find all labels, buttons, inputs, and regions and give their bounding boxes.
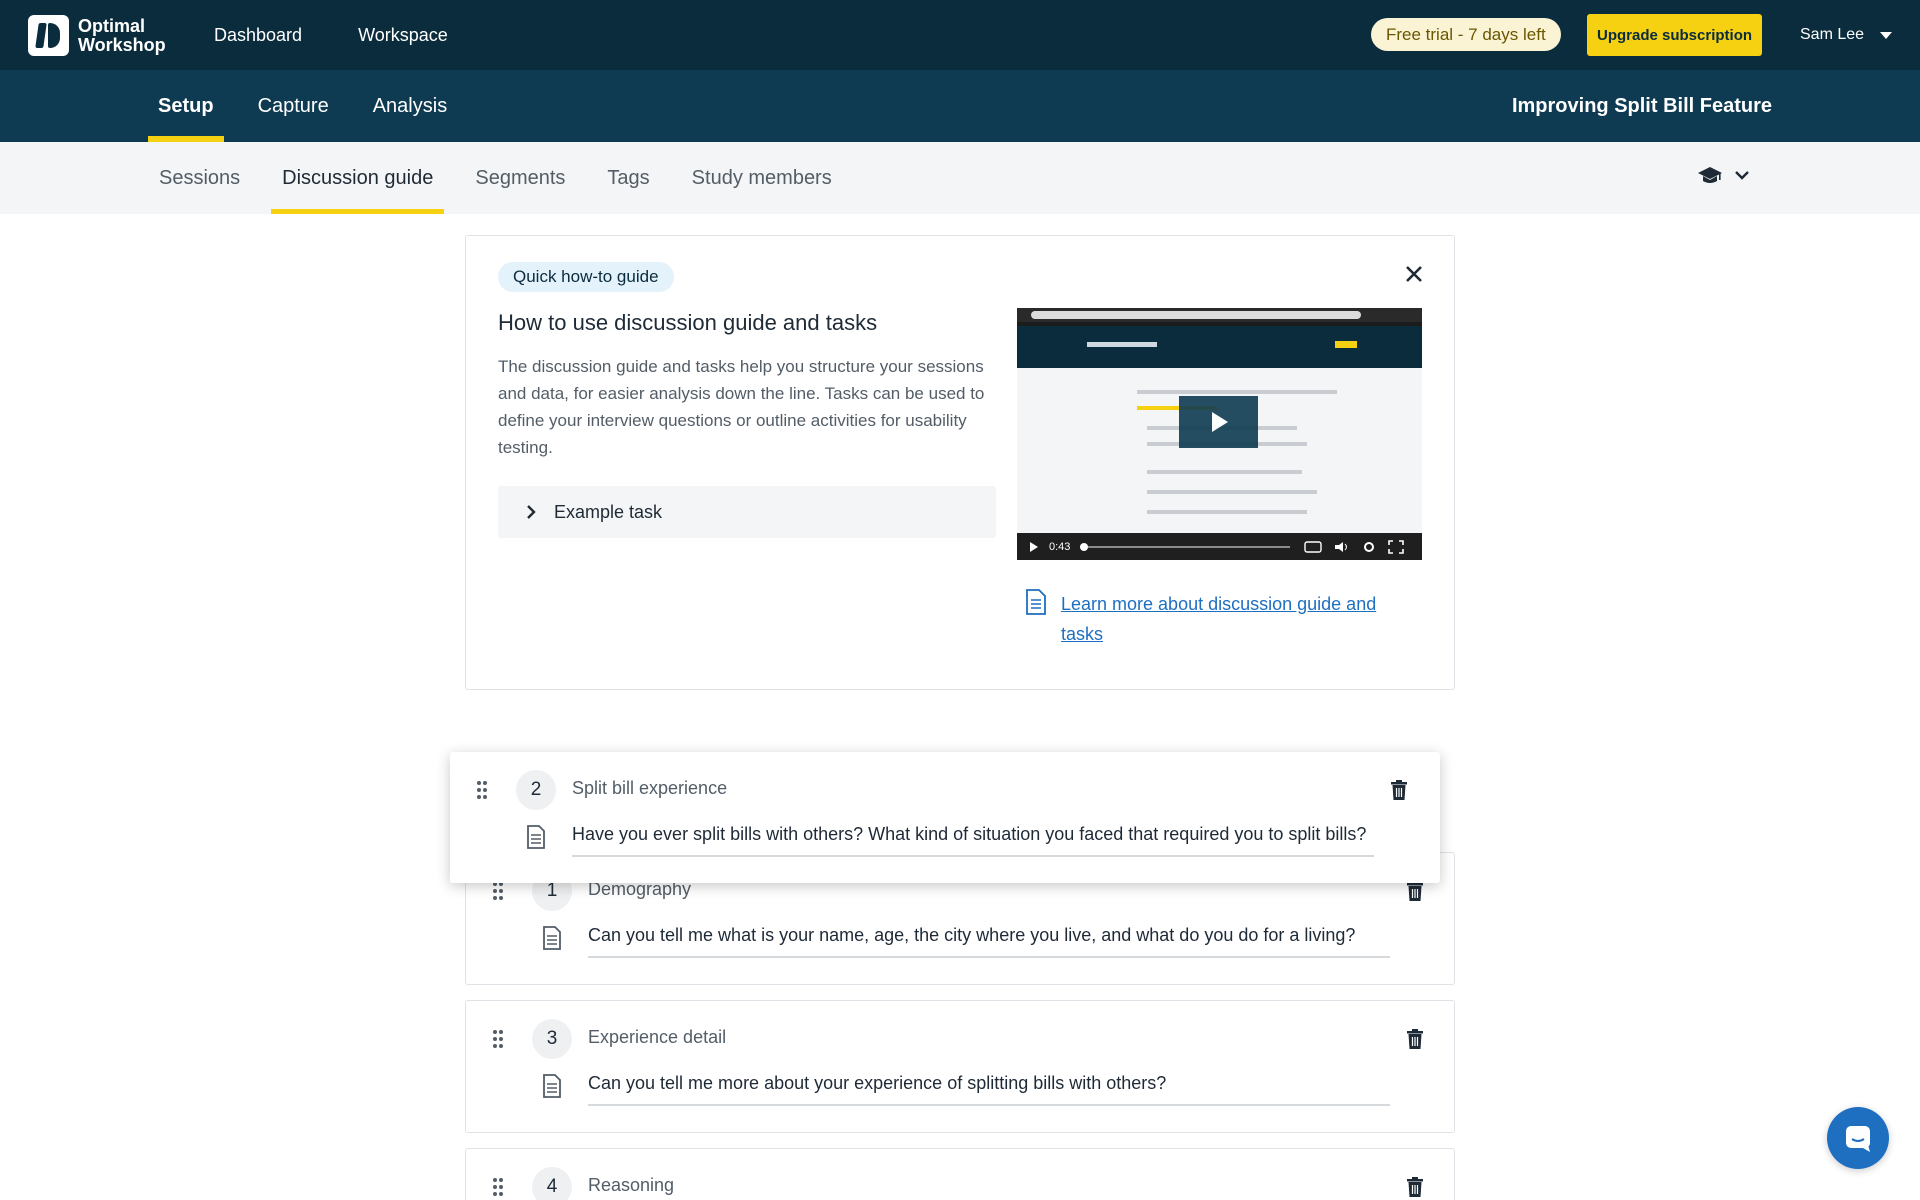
task-question[interactable]: Can you tell me what is your name, age, … bbox=[588, 925, 1390, 958]
video-time: 0:43 bbox=[1049, 540, 1071, 553]
settings-gear-icon[interactable] bbox=[1362, 540, 1376, 554]
task-card-dragging[interactable]: 2 Split bill experience Have you ever sp… bbox=[450, 752, 1440, 883]
drag-handle-icon[interactable] bbox=[476, 780, 488, 800]
document-icon bbox=[543, 926, 561, 950]
caret-down-icon bbox=[1880, 31, 1893, 39]
volume-icon[interactable] bbox=[1334, 541, 1350, 553]
user-name: Sam Lee bbox=[1800, 26, 1865, 43]
logo-mark-icon bbox=[28, 15, 69, 56]
user-menu[interactable]: Sam Lee bbox=[1800, 0, 1893, 70]
task-number: 3 bbox=[532, 1019, 572, 1059]
logo-line-2: Workshop bbox=[78, 34, 166, 55]
drag-handle-icon[interactable] bbox=[492, 1029, 504, 1049]
learn-more-link-row: Learn more about discussion guide and ta… bbox=[1025, 589, 1401, 649]
drag-handle-icon[interactable] bbox=[492, 881, 504, 901]
fullscreen-icon[interactable] bbox=[1388, 539, 1405, 554]
nav-workspace[interactable]: Workspace bbox=[358, 25, 448, 46]
logo-text: Optimal Workshop bbox=[78, 15, 166, 55]
logo-line-1: Optimal bbox=[78, 15, 146, 36]
tab-segments[interactable]: Segments bbox=[464, 142, 576, 214]
how-to-video[interactable]: 0:43 bbox=[1017, 308, 1422, 560]
play-icon[interactable] bbox=[1179, 396, 1258, 448]
task-number: 2 bbox=[516, 770, 556, 810]
chat-icon bbox=[1846, 1126, 1870, 1152]
how-to-guide-card: Quick how-to guide How to use discussion… bbox=[465, 235, 1455, 690]
tab-sessions[interactable]: Sessions bbox=[148, 142, 251, 214]
tab-discussion-guide[interactable]: Discussion guide bbox=[271, 142, 445, 214]
tab-tags[interactable]: Tags bbox=[596, 142, 660, 214]
play-small-icon[interactable] bbox=[1029, 541, 1039, 553]
video-progress-bar[interactable] bbox=[1080, 542, 1291, 551]
task-title[interactable]: Experience detail bbox=[588, 1027, 726, 1048]
trash-icon[interactable] bbox=[1406, 881, 1424, 902]
setup-tabs: Sessions Discussion guide Segments Tags … bbox=[148, 142, 863, 214]
tab-analysis[interactable]: Analysis bbox=[363, 70, 457, 142]
study-tabs: Setup Capture Analysis bbox=[148, 70, 481, 142]
task-card[interactable]: 3 Experience detail Can you tell me more… bbox=[465, 1000, 1455, 1133]
close-icon[interactable] bbox=[1401, 261, 1427, 287]
task-question[interactable]: Can you tell me more about your experien… bbox=[588, 1073, 1390, 1106]
task-title[interactable]: Split bill experience bbox=[572, 778, 727, 799]
example-task-label: Example task bbox=[554, 501, 663, 522]
document-icon bbox=[543, 1074, 561, 1098]
how-to-description: The discussion guide and tasks help you … bbox=[498, 357, 985, 457]
nav-dashboard[interactable]: Dashboard bbox=[214, 25, 302, 46]
learn-more-link[interactable]: Learn more about discussion guide and ta… bbox=[1061, 589, 1401, 649]
study-bar: Setup Capture Analysis Improving Split B… bbox=[0, 70, 1920, 142]
drag-handle-icon[interactable] bbox=[492, 1177, 504, 1197]
trash-icon[interactable] bbox=[1390, 780, 1408, 801]
trial-badge[interactable]: Free trial - 7 days left bbox=[1371, 18, 1561, 51]
chat-launcher-button[interactable] bbox=[1827, 1107, 1889, 1169]
chevron-right-icon bbox=[527, 505, 536, 519]
tab-study-members[interactable]: Study members bbox=[681, 142, 843, 214]
chevron-down-icon bbox=[1735, 171, 1749, 180]
captions-icon[interactable] bbox=[1304, 540, 1323, 553]
task-title[interactable]: Reasoning bbox=[588, 1175, 674, 1196]
video-controls[interactable]: 0:43 bbox=[1017, 533, 1422, 560]
example-task-expander[interactable]: Example task bbox=[498, 486, 996, 538]
top-nav: Dashboard Workspace bbox=[214, 0, 448, 70]
top-bar: Optimal Workshop Dashboard Workspace Fre… bbox=[0, 0, 1920, 70]
setup-tabs-bar: Sessions Discussion guide Segments Tags … bbox=[0, 142, 1920, 214]
trash-icon[interactable] bbox=[1406, 1177, 1424, 1198]
trash-icon[interactable] bbox=[1406, 1029, 1424, 1050]
how-to-title: How to use discussion guide and tasks bbox=[498, 310, 878, 335]
document-icon bbox=[527, 825, 545, 849]
study-title: Improving Split Bill Feature bbox=[1511, 94, 1772, 117]
tab-setup[interactable]: Setup bbox=[148, 70, 224, 142]
graduation-cap-icon bbox=[1698, 167, 1722, 183]
task-number: 4 bbox=[532, 1167, 572, 1200]
document-icon bbox=[1026, 589, 1046, 615]
help-menu[interactable] bbox=[1697, 164, 1751, 186]
task-question[interactable]: Have you ever split bills with others? W… bbox=[572, 824, 1374, 857]
tab-capture[interactable]: Capture bbox=[248, 70, 339, 142]
quick-guide-badge: Quick how-to guide bbox=[498, 262, 674, 292]
upgrade-subscription-button[interactable]: Upgrade subscription bbox=[1587, 14, 1763, 56]
logo[interactable]: Optimal Workshop bbox=[28, 15, 166, 56]
task-card[interactable]: 4 Reasoning bbox=[465, 1148, 1455, 1200]
